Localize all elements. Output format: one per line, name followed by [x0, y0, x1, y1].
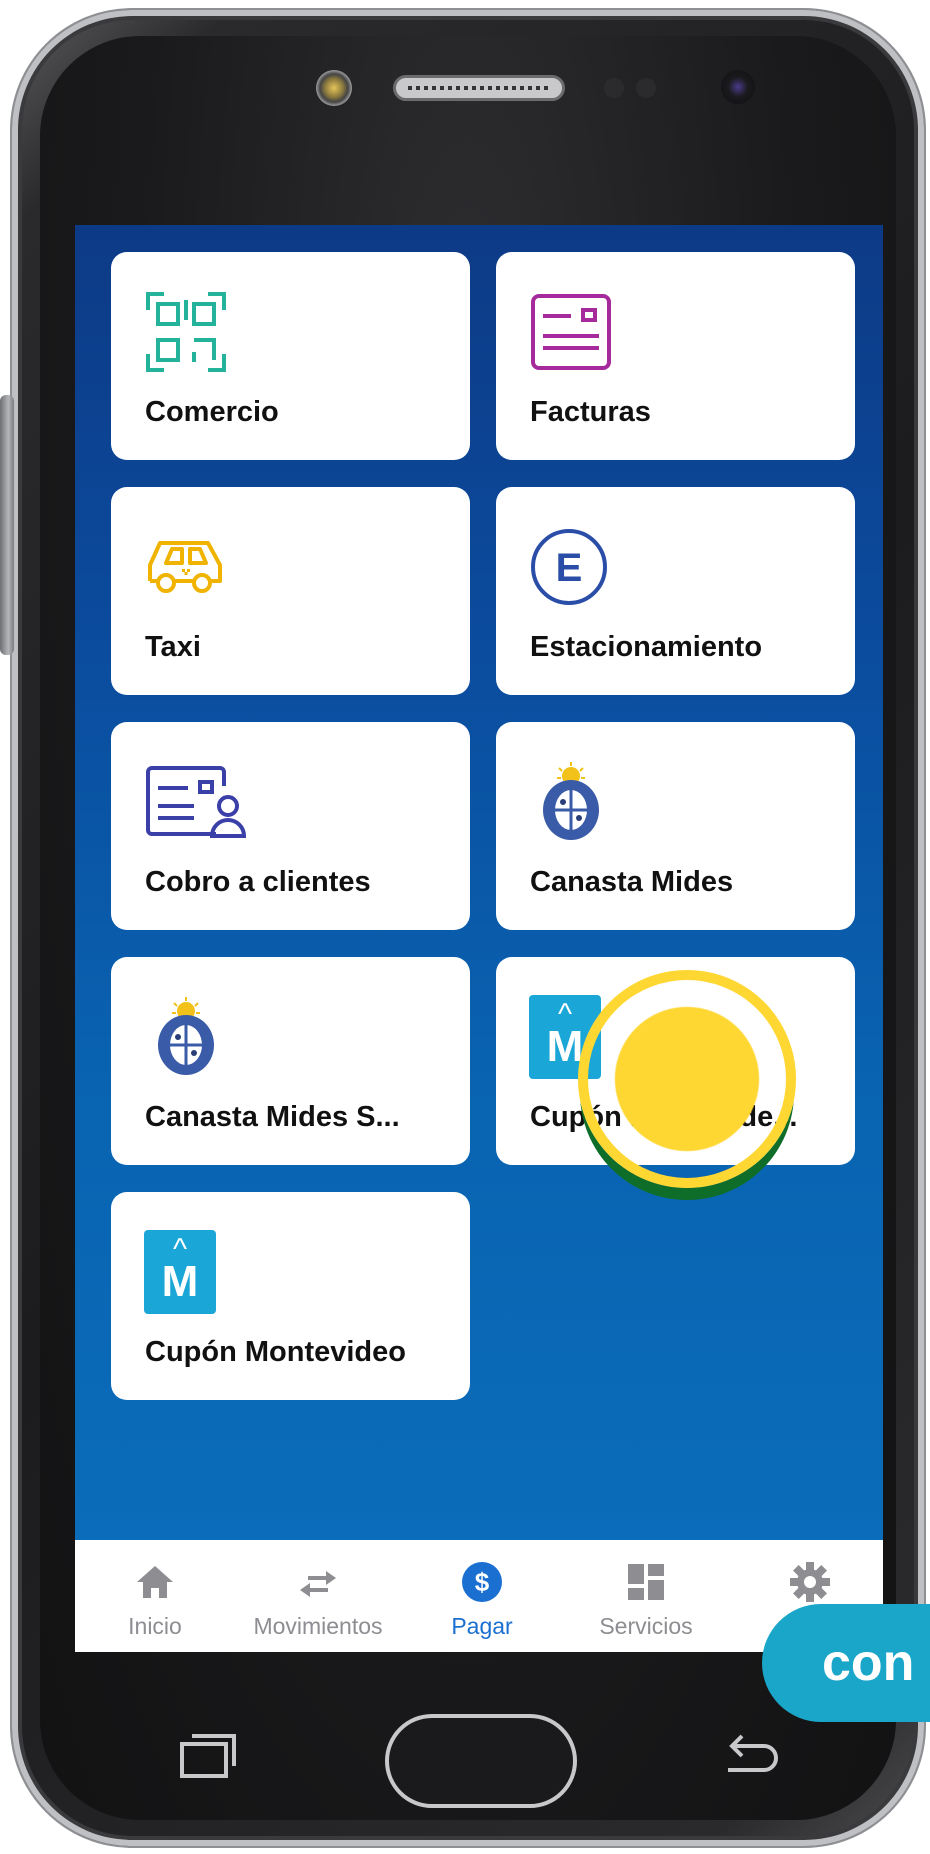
transfer-arrows-icon: [300, 1571, 336, 1597]
svg-text:$: $: [475, 1567, 490, 1597]
tile-label: Comercio: [145, 396, 279, 428]
app-screen: Comercio Facturas Taxi E Estacionamiento…: [75, 225, 883, 1652]
back-icon[interactable]: [720, 1728, 780, 1778]
nav-label: Servicios: [599, 1613, 693, 1639]
montevideo-m-icon: ^ M: [144, 1230, 216, 1314]
volume-button: [0, 395, 14, 655]
gear-icon: [790, 1562, 830, 1602]
tile-label: Taxi: [145, 631, 201, 663]
tile-canasta-mides[interactable]: Canasta Mides: [496, 722, 855, 930]
tile-facturas[interactable]: Facturas: [496, 252, 855, 460]
tile-cobro-a-clientes[interactable]: Cobro a clientes: [111, 722, 470, 930]
home-button[interactable]: [385, 1714, 577, 1808]
nav-label: Pagar: [451, 1613, 513, 1639]
tile-estacionamiento[interactable]: E Estacionamiento: [496, 487, 855, 695]
tile-label: Canasta Mides S...: [145, 1101, 400, 1133]
nav-item-inicio[interactable]: Inicio: [75, 1540, 235, 1652]
camera-icon: [316, 70, 352, 106]
nav-item-movimientos[interactable]: Movimientos: [238, 1540, 398, 1652]
invoice-icon: [531, 294, 611, 370]
qr-code-icon: [146, 292, 226, 372]
nav-label: Inicio: [128, 1613, 182, 1639]
speaker-grille: [393, 75, 565, 101]
dollar-circle-icon: $: [462, 1562, 502, 1602]
nav-item-pagar[interactable]: $ Pagar: [402, 1540, 562, 1652]
recent-apps-icon[interactable]: [178, 1730, 238, 1780]
uruguay-coat-of-arms-icon: [158, 997, 214, 1075]
tile-label: Facturas: [530, 396, 651, 428]
uruguay-coat-of-arms-icon: [543, 762, 599, 840]
tile-label: Canasta Mides: [530, 866, 734, 898]
tile-comercio[interactable]: Comercio: [111, 252, 470, 460]
parking-e-icon: E: [531, 529, 607, 605]
front-camera-icon: [721, 70, 755, 104]
home-icon: [137, 1566, 173, 1598]
tile-label: Cobro a clientes: [145, 866, 371, 898]
cta-overlay: con: [762, 1604, 930, 1722]
tap-indicator: [578, 970, 796, 1188]
tile-canasta-mides-s[interactable]: Canasta Mides S...: [111, 957, 470, 1165]
taxi-icon: [148, 541, 222, 593]
tile-cupon-montevideo-2[interactable]: ^ M Cupón Montevideo: [111, 1192, 470, 1400]
badge-letter: M: [161, 1257, 199, 1306]
svg-text:E: E: [556, 546, 583, 590]
tile-taxi[interactable]: Taxi: [111, 487, 470, 695]
bottom-nav: Inicio Movimientos $ Pagar Servicios: [75, 1540, 883, 1652]
nav-item-servicios[interactable]: Servicios: [566, 1540, 726, 1652]
sensor-icon: [636, 78, 656, 98]
tile-label: Cupón Montevideo: [145, 1336, 406, 1368]
nav-label: Movimientos: [253, 1613, 383, 1639]
tile-label: Estacionamiento: [530, 631, 763, 663]
grid-icon: [628, 1564, 664, 1600]
client-card-icon: [146, 766, 247, 838]
sensor-icon: [604, 78, 624, 98]
